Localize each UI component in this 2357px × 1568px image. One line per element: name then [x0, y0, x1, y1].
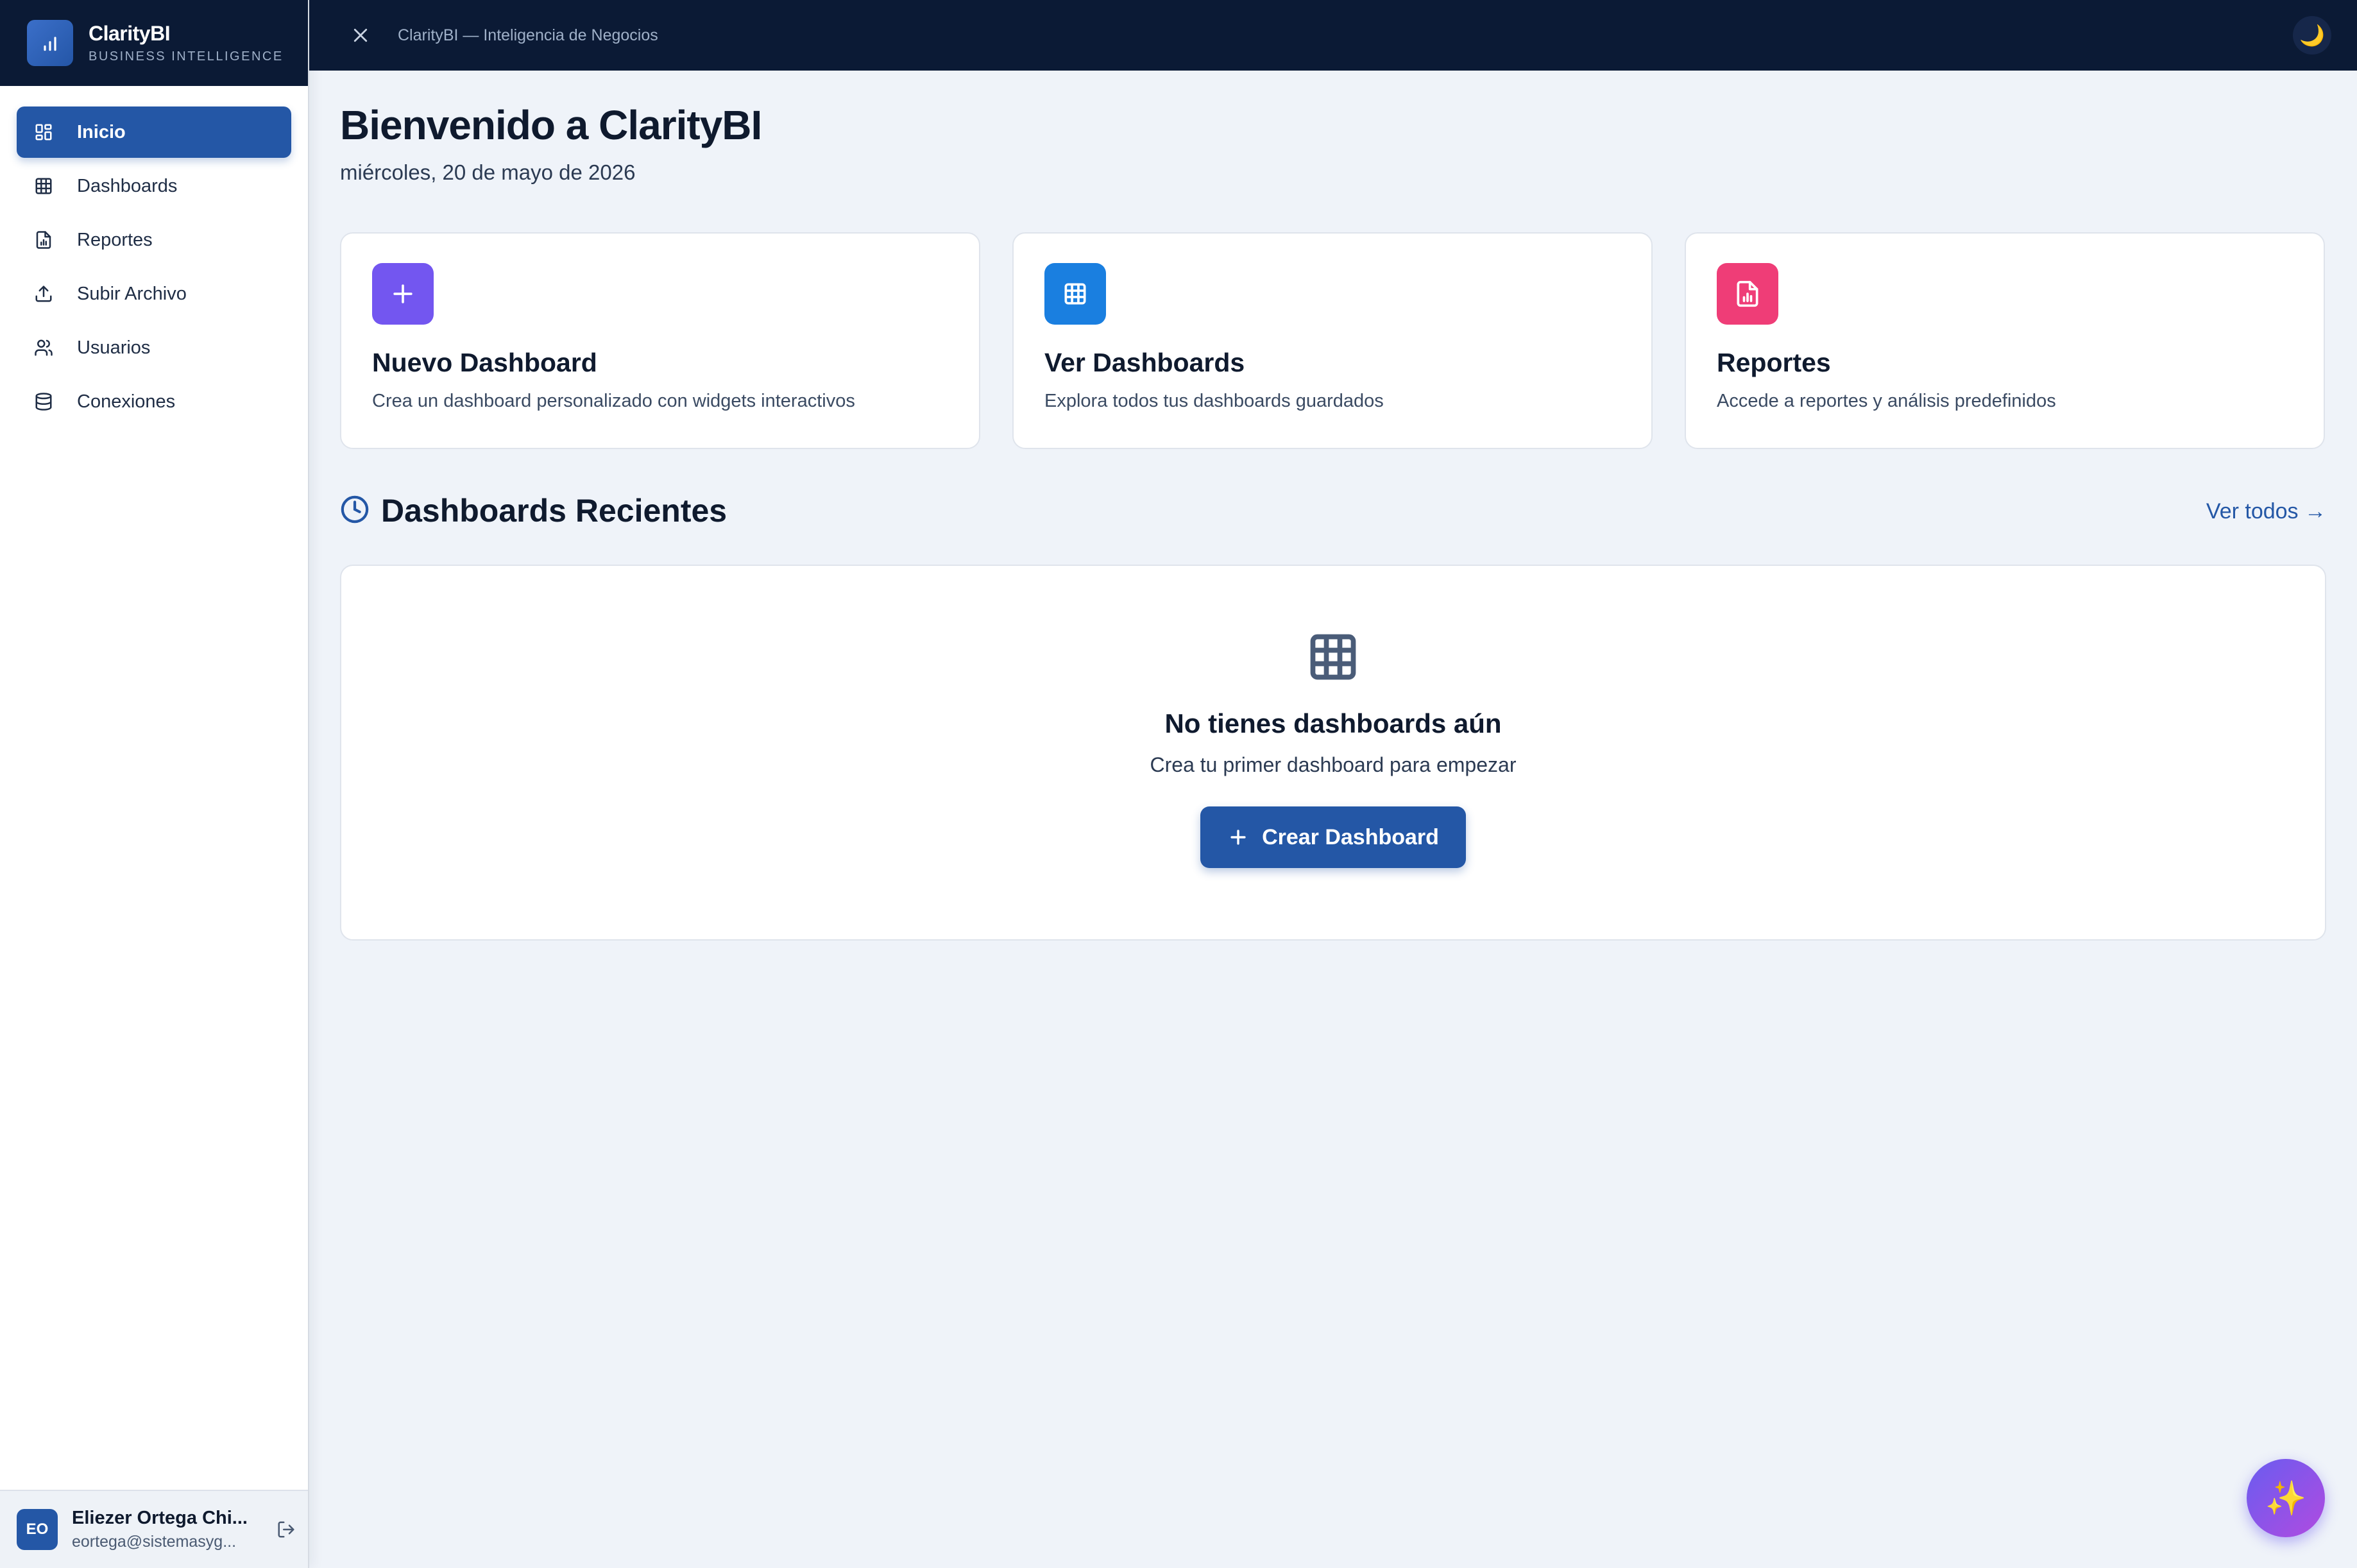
card-title: Nuevo Dashboard [372, 348, 597, 377]
sidebar-item-conexiones[interactable]: Conexiones [17, 376, 291, 427]
create-dashboard-button[interactable]: Crear Dashboard [1200, 806, 1466, 868]
clock-icon [340, 495, 370, 527]
plus-icon [1227, 826, 1249, 848]
layout-grid-icon [32, 121, 55, 144]
sidebar-item-label: Dashboards [77, 175, 178, 196]
users-icon [32, 336, 55, 359]
sidebar-item-usuarios[interactable]: Usuarios [17, 322, 291, 373]
database-icon [32, 390, 55, 413]
sidebar-nav: Inicio Dashboards Reportes Subir Archivo… [0, 86, 308, 427]
sidebar: ClarityBI BUSINESS INTELLIGENCE Inicio D… [0, 0, 309, 1568]
create-dashboard-label: Crear Dashboard [1262, 824, 1439, 849]
card-ver-dashboards[interactable]: Ver Dashboards Explora todos tus dashboa… [1012, 232, 1653, 449]
recent-section-header: Dashboards Recientes Ver todos → [340, 491, 2326, 530]
quick-actions: Nuevo Dashboard Crea un dashboard person… [340, 232, 2326, 449]
brand-subtitle: BUSINESS INTELLIGENCE [89, 49, 284, 64]
card-reportes[interactable]: Reportes Accede a reportes y análisis pr… [1685, 232, 2325, 449]
sidebar-item-label: Usuarios [77, 337, 151, 358]
avatar[interactable]: EO [17, 1509, 58, 1550]
sidebar-header: ClarityBI BUSINESS INTELLIGENCE [0, 0, 308, 86]
sidebar-item-reportes[interactable]: Reportes [17, 214, 291, 266]
ai-assistant-sparkles-icon[interactable]: ✨ [2247, 1459, 2325, 1537]
current-date: miércoles, 20 de mayo de 2026 [340, 160, 636, 184]
table-grid-icon [1044, 263, 1106, 325]
empty-state: No tienes dashboards aún Crea tu primer … [340, 565, 2326, 941]
logo-chart-icon [27, 20, 73, 66]
empty-title: No tienes dashboards aún [1164, 708, 1502, 738]
user-panel: EO Eliezer Ortega Chi... eortega@sistema… [0, 1490, 308, 1568]
file-chart-icon [1717, 263, 1778, 325]
sidebar-item-label: Subir Archivo [77, 283, 187, 304]
main-content: Bienvenido a ClarityBI miércoles, 20 de … [340, 71, 2326, 941]
app-root: ClarityBI BUSINESS INTELLIGENCE Inicio D… [0, 0, 2357, 1568]
card-description: Explora todos tus dashboards guardados [1044, 391, 1384, 411]
brand: ClarityBI BUSINESS INTELLIGENCE [89, 22, 284, 64]
close-icon[interactable] [341, 16, 380, 55]
upload-icon [32, 282, 55, 305]
empty-subtitle: Crea tu primer dashboard para empezar [1150, 753, 1517, 776]
table-grid-icon [1306, 630, 1360, 684]
sidebar-item-dashboards[interactable]: Dashboards [17, 160, 291, 212]
card-description: Accede a reportes y análisis predefinido… [1717, 391, 2056, 411]
user-name: Eliezer Ortega Chi... [72, 1508, 248, 1528]
card-description: Crea un dashboard personalizado con widg… [372, 391, 855, 411]
sparkles-glyph: ✨ [2265, 1479, 2307, 1517]
top-bar: ClarityBI — Inteligencia de Negocios 🌙 [309, 0, 2357, 71]
section-title: Dashboards Recientes [381, 493, 728, 529]
brand-name: ClarityBI [89, 22, 171, 45]
card-title: Reportes [1717, 348, 1831, 377]
card-title: Ver Dashboards [1044, 348, 1245, 377]
sidebar-item-label: Conexiones [77, 391, 176, 412]
table-grid-icon [32, 175, 55, 198]
user-email: eortega@sistemasyg... [72, 1533, 237, 1551]
sidebar-item-subir-archivo[interactable]: Subir Archivo [17, 268, 291, 320]
card-nuevo-dashboard[interactable]: Nuevo Dashboard Crea un dashboard person… [340, 232, 980, 449]
sidebar-item-label: Reportes [77, 229, 153, 250]
see-all-link[interactable]: Ver todos → [2206, 499, 2326, 524]
logout-icon[interactable] [273, 1517, 299, 1542]
page-title: Bienvenido a ClarityBI [340, 102, 762, 148]
window-title: ClarityBI — Inteligencia de Negocios [398, 26, 658, 44]
sidebar-item-inicio[interactable]: Inicio [17, 107, 291, 158]
user-info: Eliezer Ortega Chi... eortega@sistemasyg… [72, 1508, 258, 1551]
sidebar-item-label: Inicio [77, 121, 126, 142]
theme-toggle-moon-icon[interactable]: 🌙 [2293, 16, 2331, 55]
plus-icon [372, 263, 434, 325]
file-chart-icon [32, 228, 55, 251]
